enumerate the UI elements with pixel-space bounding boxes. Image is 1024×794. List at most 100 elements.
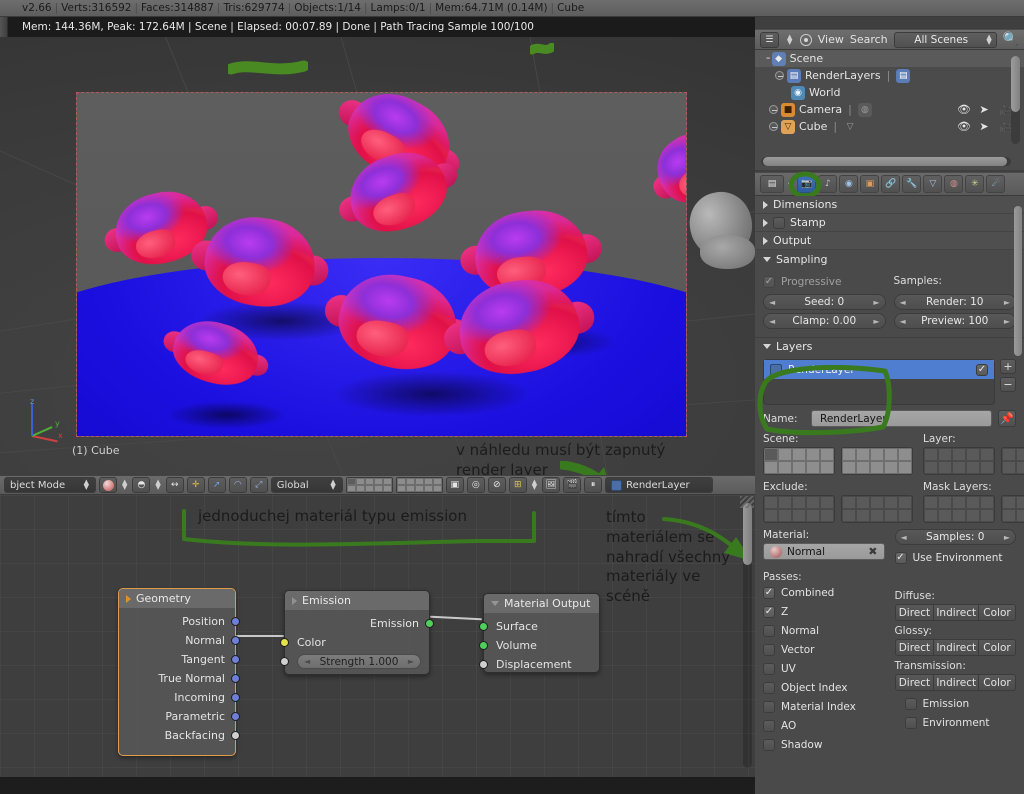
- glossy-indirect-button[interactable]: Indirect: [934, 639, 979, 656]
- chevron-updown-icon[interactable]: ▲ ▼: [786, 178, 795, 190]
- 3d-viewport[interactable]: Mem: 144.36M, Peak: 172.64M | Scene | El…: [0, 17, 755, 475]
- pin-icon[interactable]: 📌: [998, 410, 1016, 427]
- editmode-toggle-icon[interactable]: [99, 477, 117, 493]
- visibility-eye-icon[interactable]: 👁: [956, 103, 972, 117]
- pass-emission-checkbox[interactable]: [904, 697, 917, 710]
- transform-orientation-dropdown[interactable]: Global ▲ ▼: [270, 477, 343, 493]
- node-socket-row[interactable]: Parametric: [119, 707, 240, 726]
- pass-combined-checkbox[interactable]: ✓: [763, 586, 775, 599]
- pass-environment-checkbox[interactable]: [904, 716, 917, 729]
- node-socket-row[interactable]: ◄ Strength 1.000 ►: [280, 652, 429, 671]
- panel-output[interactable]: Output: [755, 232, 1024, 250]
- chevron-right-icon[interactable]: ►: [873, 298, 879, 307]
- progressive-row[interactable]: ✓ Progressive: [763, 272, 886, 291]
- chevron-right-icon[interactable]: ►: [1004, 298, 1010, 307]
- chevron-down-icon[interactable]: [491, 601, 499, 606]
- outliner-display-mode-icon[interactable]: ☰: [760, 31, 779, 48]
- pass-shadow-row[interactable]: Shadow: [763, 735, 885, 754]
- outliner-row-renderlayers[interactable]: ▤ RenderLayers | ▤: [755, 67, 1024, 84]
- remove-renderlayer-button[interactable]: −: [1000, 377, 1016, 392]
- pass-ao-row[interactable]: AO: [763, 716, 885, 735]
- outliner-header[interactable]: ☰ ▲ ▼ View Search All Scenes ▲ ▼ 🔍: [755, 29, 1024, 50]
- socket-incoming[interactable]: [231, 693, 240, 702]
- area-resize-grip[interactable]: [740, 496, 754, 508]
- transmission-direct-button[interactable]: Direct: [894, 674, 935, 691]
- search-icon[interactable]: 🔍: [1003, 32, 1019, 47]
- socket-displacement[interactable]: [479, 660, 488, 669]
- node-emission[interactable]: Emission Emission Color ◄ Strength 1.000: [280, 590, 434, 675]
- glossy-direct-button[interactable]: Direct: [894, 639, 935, 656]
- tab-scene[interactable]: ♪: [818, 175, 838, 193]
- pass-emission-row[interactable]: Emission: [895, 694, 1017, 713]
- tab-world[interactable]: ◉: [839, 175, 859, 193]
- pass-shadow-checkbox[interactable]: [763, 738, 775, 751]
- scene-layers-grid-a[interactable]: [763, 447, 835, 475]
- diffuse-indirect-button[interactable]: Indirect: [934, 604, 979, 621]
- manipulator-translate-icon[interactable]: ✛: [186, 477, 205, 493]
- socket-strength-in[interactable]: [280, 657, 289, 666]
- chevron-right-icon[interactable]: [763, 200, 768, 209]
- chevron-updown-icon[interactable]: ▲ ▼: [530, 479, 539, 491]
- pass-z-checkbox[interactable]: ✓: [763, 605, 775, 618]
- pass-uv-checkbox[interactable]: [763, 662, 775, 675]
- stamp-checkbox[interactable]: [773, 216, 785, 229]
- outliner-tree[interactable]: ╺ ◆ Scene ▤ RenderLayers | ▤ ◉ World ■ C…: [755, 50, 1024, 170]
- renderlayer-list-item[interactable]: RenderLayer ✓: [764, 360, 994, 379]
- node-socket-row[interactable]: Position: [119, 612, 240, 631]
- proportional-edit-icon[interactable]: ↔: [165, 477, 184, 493]
- outliner-row-scene[interactable]: ╺ ◆ Scene: [755, 50, 1024, 67]
- chevron-right-icon[interactable]: ►: [1004, 533, 1010, 542]
- chevron-down-icon[interactable]: [763, 256, 771, 262]
- node-socket-row[interactable]: Incoming: [119, 688, 240, 707]
- chevron-left-icon[interactable]: ◄: [900, 298, 906, 307]
- filter-circle-icon[interactable]: [800, 33, 812, 46]
- outliner-view-menu[interactable]: View: [818, 33, 844, 46]
- layer-grid-b[interactable]: [1001, 447, 1024, 475]
- diffuse-direct-button[interactable]: Direct: [894, 604, 935, 621]
- node-socket-row[interactable]: Color: [280, 633, 429, 652]
- outliner-scope-dropdown[interactable]: All Scenes ▲ ▼: [893, 31, 997, 48]
- scene-layers-grid-b[interactable]: [841, 447, 913, 475]
- tab-data[interactable]: ▽: [923, 175, 943, 193]
- renderlayer-icon[interactable]: ▤: [896, 68, 911, 83]
- panel-dimensions[interactable]: Dimensions: [755, 196, 1024, 214]
- node-header[interactable]: Emission: [285, 591, 429, 610]
- chevron-left-icon[interactable]: ◄: [769, 317, 775, 326]
- tab-material[interactable]: ◍: [944, 175, 964, 193]
- tab-render-layers[interactable]: 📷: [797, 175, 817, 193]
- chevron-right-icon[interactable]: ►: [1004, 317, 1010, 326]
- node-socket-row[interactable]: Displacement: [479, 655, 599, 674]
- use-environment-row[interactable]: ✓ Use Environment: [894, 548, 1017, 567]
- pass-environment-row[interactable]: Environment: [895, 713, 1017, 732]
- renderlayer-list[interactable]: RenderLayer ✓: [763, 359, 995, 405]
- properties-tab-bar[interactable]: ▤ ▲ ▼ 📷 ♪ ◉ ▣ 🔗 🔧 ▽ ◍ ✳ ☄: [755, 172, 1024, 196]
- pass-object-index-checkbox[interactable]: [763, 681, 775, 694]
- node-material-output[interactable]: Material Output Surface Volume Displacem…: [479, 593, 600, 674]
- clamp-field[interactable]: ◄ Clamp: 0.00 ►: [763, 313, 886, 329]
- chevron-left-icon[interactable]: ◄: [769, 298, 775, 307]
- mesh-data-icon[interactable]: ▽: [843, 120, 857, 134]
- node-socket-row[interactable]: Tangent: [119, 650, 240, 669]
- expander-icon[interactable]: [769, 122, 778, 131]
- chevron-right-icon[interactable]: [763, 218, 768, 227]
- chevron-right-icon[interactable]: [763, 236, 768, 245]
- tab-modifiers[interactable]: 🔧: [902, 175, 922, 193]
- strength-value-field[interactable]: ◄ Strength 1.000 ►: [297, 654, 421, 669]
- socket-volume[interactable]: [479, 641, 488, 650]
- node-socket-row[interactable]: Surface: [479, 617, 599, 636]
- panel-sampling[interactable]: Sampling: [755, 250, 1024, 268]
- renderlayer-name-input[interactable]: RenderLayer: [811, 410, 992, 427]
- panel-stamp[interactable]: Stamp: [755, 214, 1024, 232]
- layer-grid-a[interactable]: [923, 447, 995, 475]
- node-header[interactable]: Material Output: [484, 594, 599, 613]
- camera-data-icon[interactable]: ◍: [857, 102, 872, 117]
- chevron-down-icon[interactable]: [763, 344, 771, 349]
- transmission-color-button[interactable]: Color: [979, 674, 1017, 691]
- snap-magnet-icon[interactable]: ⊘: [487, 477, 506, 493]
- glossy-color-button[interactable]: Color: [979, 639, 1017, 656]
- socket-color-in[interactable]: [280, 638, 289, 647]
- node-socket-row[interactable]: Backfacing: [119, 726, 240, 745]
- properties-scrollbar[interactable]: [1014, 206, 1022, 356]
- chevron-right-icon[interactable]: ►: [873, 317, 879, 326]
- tab-render-display[interactable]: ▤: [760, 175, 784, 193]
